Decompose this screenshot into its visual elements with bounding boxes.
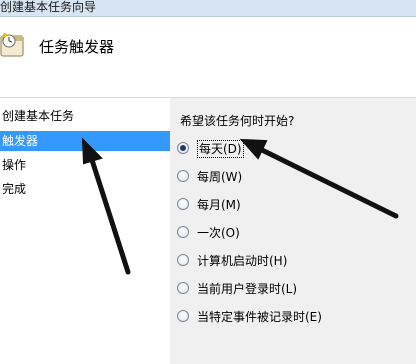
window-title: 创建基本任务向导 [0, 0, 97, 14]
window-titlebar[interactable]: 创建基本任务向导 [0, 0, 416, 17]
step-label: 完成 [2, 182, 27, 196]
radio-button[interactable] [177, 142, 189, 154]
task-clock-icon [0, 33, 24, 57]
step-trigger[interactable]: 触发器 [0, 131, 170, 151]
wizard-body: 创建基本任务 触发器 操作 完成 希望该任务何时开始? 每天(D) 每周(W) … [0, 98, 416, 364]
question-label: 希望该任务何时开始? [180, 114, 295, 128]
wizard-header: 任务触发器 [0, 17, 416, 98]
option-label: 当前用户登录时(L) [197, 282, 298, 296]
option-label: 一次(O) [197, 226, 240, 240]
step-action[interactable]: 操作 [0, 155, 170, 175]
option-label: 每周(W) [197, 170, 243, 184]
radio-button[interactable] [177, 254, 189, 266]
option-label: 当特定事件被记录时(E) [197, 310, 322, 324]
step-finish[interactable]: 完成 [0, 179, 170, 199]
step-label: 操作 [2, 158, 27, 172]
step-label: 触发器 [2, 134, 39, 148]
page-title: 任务触发器 [39, 38, 115, 56]
step-create-basic-task[interactable]: 创建基本任务 [0, 106, 170, 126]
radio-button[interactable] [177, 226, 189, 238]
option-label: 每天(D) [197, 140, 244, 158]
radio-button[interactable] [177, 310, 189, 322]
radio-button[interactable] [177, 198, 189, 210]
wizard-steps: 创建基本任务 触发器 操作 完成 [0, 98, 170, 364]
option-label: 每月(M) [197, 198, 241, 212]
step-label: 创建基本任务 [2, 109, 75, 123]
radio-button[interactable] [177, 170, 189, 182]
radio-button[interactable] [177, 282, 189, 294]
option-label: 计算机启动时(H) [197, 254, 288, 268]
